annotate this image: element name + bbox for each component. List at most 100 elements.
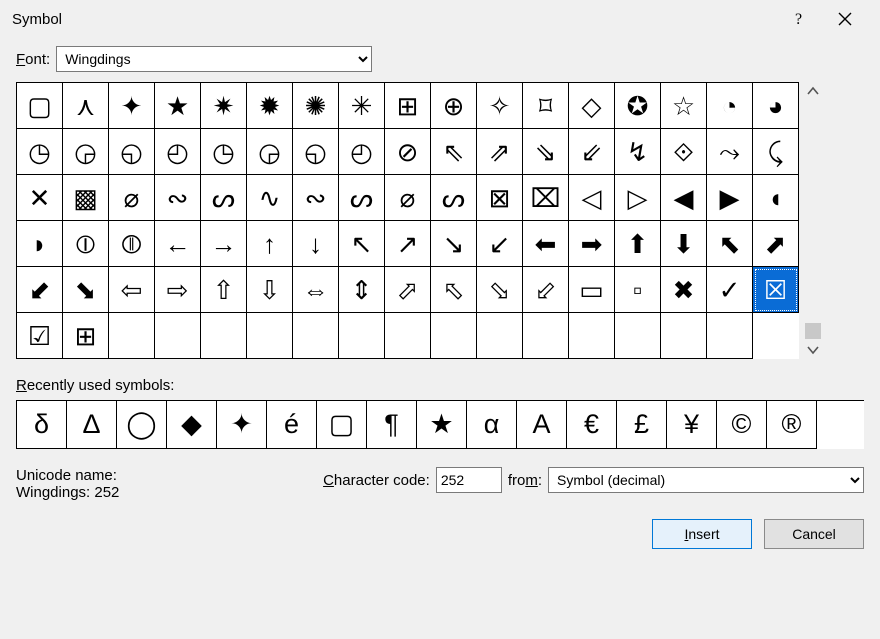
symbol-cell[interactable]: ⬋ — [17, 267, 63, 313]
symbol-cell[interactable]: ⟐ — [661, 129, 707, 175]
symbol-cell[interactable]: ⇗ — [477, 129, 523, 175]
symbol-cell[interactable] — [431, 313, 477, 359]
close-button[interactable] — [822, 4, 868, 34]
symbol-cell[interactable]: ⬂ — [477, 267, 523, 313]
symbol-cell[interactable]: ▶ — [707, 175, 753, 221]
recent-symbols-grid[interactable]: δΔ◯◆✦é▢¶★αA€£¥©® — [16, 400, 864, 449]
symbol-cell[interactable]: ↖ — [339, 221, 385, 267]
symbol-cell[interactable]: ⬃ — [523, 267, 569, 313]
symbol-cell[interactable]: ⬈ — [753, 221, 799, 267]
symbol-cell[interactable]: ✳ — [339, 83, 385, 129]
recent-symbol-cell[interactable]: £ — [617, 401, 667, 449]
symbol-cell[interactable]: ▢ — [17, 83, 63, 129]
symbol-cell[interactable] — [155, 313, 201, 359]
symbol-cell[interactable] — [661, 313, 707, 359]
symbol-cell[interactable]: ᔕ — [201, 175, 247, 221]
symbol-cell[interactable]: ⇖ — [431, 129, 477, 175]
symbol-cell[interactable]: ✕ — [17, 175, 63, 221]
symbol-cell[interactable]: ◷ — [201, 129, 247, 175]
symbol-cell[interactable]: ➡ — [569, 221, 615, 267]
help-button[interactable]: ? — [776, 4, 822, 34]
symbol-cell[interactable] — [293, 313, 339, 359]
recent-symbol-cell[interactable]: ▢ — [317, 401, 367, 449]
symbol-cell[interactable]: ↘ — [431, 221, 477, 267]
symbol-cell[interactable]: ⤳ — [707, 129, 753, 175]
recent-symbol-cell[interactable]: δ — [17, 401, 67, 449]
recent-symbol-cell[interactable]: © — [717, 401, 767, 449]
symbol-cell[interactable]: ★ — [155, 83, 201, 129]
symbol-cell[interactable]: ☒ — [753, 267, 799, 313]
recent-symbol-cell[interactable]: α — [467, 401, 517, 449]
recent-symbol-cell[interactable]: ★ — [417, 401, 467, 449]
symbol-cell[interactable]: ◴ — [339, 129, 385, 175]
symbol-scrollbar[interactable] — [799, 82, 821, 359]
symbol-cell[interactable]: ◇ — [569, 83, 615, 129]
symbol-cell[interactable]: ▩ — [63, 175, 109, 221]
symbol-cell[interactable]: ⇦ — [109, 267, 155, 313]
symbol-cell[interactable]: ◷ — [17, 129, 63, 175]
symbol-cell[interactable] — [109, 313, 155, 359]
symbol-cell[interactable]: ⌀ — [109, 175, 155, 221]
symbol-cell[interactable]: ⇨ — [155, 267, 201, 313]
symbol-cell[interactable]: ⤹ — [753, 129, 799, 175]
symbol-cell[interactable]: ⦷ — [109, 221, 155, 267]
symbol-cell[interactable] — [201, 313, 247, 359]
symbol-cell[interactable]: ⊞ — [385, 83, 431, 129]
symbol-cell[interactable]: ◔ — [707, 83, 753, 129]
symbol-cell[interactable]: ◁ — [569, 175, 615, 221]
symbol-cell[interactable]: ⌀ — [385, 175, 431, 221]
symbol-cell[interactable]: ✷ — [201, 83, 247, 129]
cancel-button[interactable]: Cancel — [764, 519, 864, 549]
recent-symbol-cell[interactable]: ¥ — [667, 401, 717, 449]
symbol-cell[interactable]: ↯ — [615, 129, 661, 175]
symbol-cell[interactable]: ⊠ — [477, 175, 523, 221]
symbol-cell[interactable]: ⬀ — [385, 267, 431, 313]
symbol-cell[interactable]: ☆ — [661, 83, 707, 129]
from-combo[interactable]: Symbol (decimal) — [548, 467, 864, 493]
symbol-cell[interactable]: ↙ — [477, 221, 523, 267]
symbol-cell[interactable]: ↑ — [247, 221, 293, 267]
scroll-down-icon[interactable] — [805, 345, 821, 355]
symbol-cell[interactable]: ⬁ — [431, 267, 477, 313]
symbol-cell[interactable]: ▭ — [569, 267, 615, 313]
scroll-thumb[interactable] — [805, 323, 821, 339]
symbol-cell[interactable]: ∿ — [247, 175, 293, 221]
symbol-cell[interactable] — [569, 313, 615, 359]
symbol-cell[interactable]: ⇩ — [247, 267, 293, 313]
insert-button[interactable]: Insert — [652, 519, 752, 549]
symbol-cell[interactable]: ↗ — [385, 221, 431, 267]
symbol-cell[interactable]: ◴ — [155, 129, 201, 175]
char-code-input[interactable] — [436, 467, 502, 493]
symbol-cell[interactable] — [477, 313, 523, 359]
symbol-cell[interactable] — [339, 313, 385, 359]
symbol-cell[interactable]: ◀ — [661, 175, 707, 221]
recent-symbol-cell[interactable]: € — [567, 401, 617, 449]
symbol-cell[interactable]: ⇕ — [339, 267, 385, 313]
symbol-cell[interactable]: ◵ — [293, 129, 339, 175]
symbol-cell[interactable]: ◕ — [753, 83, 799, 129]
symbol-cell[interactable]: ▷ — [615, 175, 661, 221]
symbol-cell[interactable] — [523, 313, 569, 359]
symbol-cell[interactable]: ⇙ — [569, 129, 615, 175]
symbol-cell[interactable]: ⌧ — [523, 175, 569, 221]
symbol-cell[interactable]: ☑ — [17, 313, 63, 359]
recent-symbol-cell[interactable]: é — [267, 401, 317, 449]
symbol-cell[interactable]: ◶ — [63, 129, 109, 175]
recent-symbol-cell[interactable]: Δ — [67, 401, 117, 449]
symbol-cell[interactable] — [247, 313, 293, 359]
symbol-cell[interactable]: ⇧ — [201, 267, 247, 313]
symbol-cell[interactable]: ◶ — [247, 129, 293, 175]
symbol-cell[interactable]: ✪ — [615, 83, 661, 129]
symbol-cell[interactable]: ⋏ — [63, 83, 109, 129]
symbol-cell[interactable]: ⬉ — [707, 221, 753, 267]
symbol-cell[interactable]: ✹ — [247, 83, 293, 129]
symbol-cell[interactable]: ⇘ — [523, 129, 569, 175]
font-combo[interactable]: Wingdings — [56, 46, 372, 72]
symbol-cell[interactable]: ⬆ — [615, 221, 661, 267]
symbol-cell[interactable]: ↓ — [293, 221, 339, 267]
symbol-cell[interactable]: ✧ — [477, 83, 523, 129]
recent-symbol-cell[interactable]: A — [517, 401, 567, 449]
symbol-cell[interactable]: ⊘ — [385, 129, 431, 175]
symbol-cell[interactable] — [707, 313, 753, 359]
symbol-cell[interactable]: ᔕ — [339, 175, 385, 221]
